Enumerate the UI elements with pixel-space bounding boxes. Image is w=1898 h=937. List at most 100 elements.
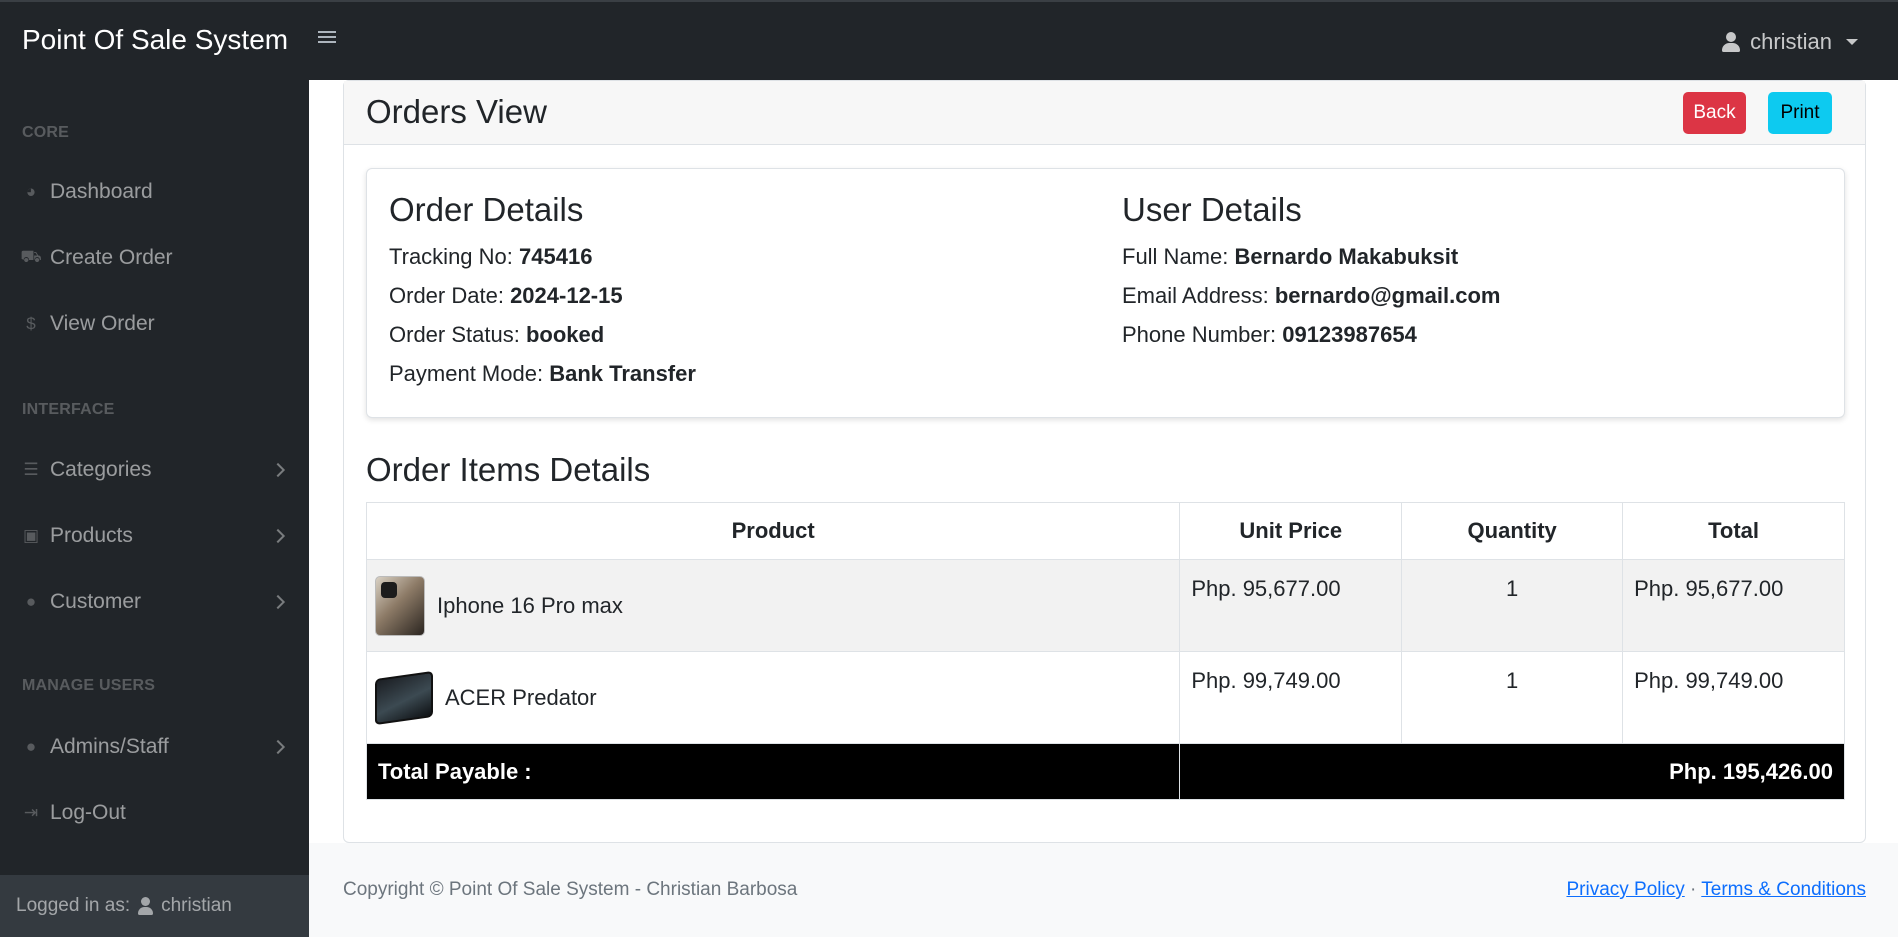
dashboard-icon: ◕ [25,182,37,201]
table-header-row: Product Unit Price Quantity Total [365,502,1845,560]
sidebar-heading-core: CORE [22,124,70,141]
sidebar-footer: Logged in as: christian [0,875,309,937]
chevron-right-icon [270,739,286,755]
privacy-policy-link[interactable]: Privacy Policy [1566,879,1684,900]
product-image [375,670,433,725]
orders-view-card: Orders View Back Print Order Details Tra… [343,80,1866,843]
sidebar-heading-manage-users: MANAGE USERS [22,677,156,694]
money-bag-icon: $ [26,314,36,333]
table-row: Iphone 16 Pro max Php. 95,677.00 1 Php. … [365,559,1845,652]
product-name: ACER Predator [445,684,597,710]
column-header: Total [1622,502,1845,560]
sidebar-item-dashboard[interactable]: ◕ Dashboard [22,172,287,212]
phone-label: Phone Number: [1122,322,1277,347]
column-header: Quantity [1401,502,1624,560]
unit-price-cell: Php. 99,749.00 [1179,651,1403,744]
payment-mode-label: Payment Mode: [389,361,544,386]
quantity-cell: 1 [1401,559,1624,652]
total-cell: Php. 95,677.00 [1622,559,1845,652]
sidebar-item-customer[interactable]: ● Customer [22,582,287,622]
tracking-value: 745416 [519,244,593,269]
column-header: Product [365,502,1181,560]
details-card: Order Details Tracking No: 745416 Order … [366,168,1845,418]
cart-icon: ⛟ [20,247,42,266]
sidebar-item-label: Products [50,524,133,547]
tracking-label: Tracking No: [389,244,513,269]
order-details-section: Order Details Tracking No: 745416 Order … [389,191,696,393]
order-status-value: booked [525,322,605,347]
user-dropdown[interactable]: christian [1722,29,1858,55]
product-cell: ACER Predator [365,651,1181,744]
table-row: ACER Predator Php. 99,749.00 1 Php. 99,7… [365,651,1845,744]
user-icon [138,897,154,915]
sidebar-item-categories[interactable]: ☰ Categories [22,450,287,490]
full-name-value: Bernardo Makabuksit [1234,244,1459,269]
phone-line: Phone Number: 09123987654 [1122,315,1500,354]
sidebar-item-label: Categories [50,458,152,481]
sidebar-item-label: Dashboard [50,180,153,203]
order-items-table: Product Unit Price Quantity Total Iphone… [365,502,1845,800]
order-date-label: Order Date: [389,283,504,308]
user-name: christian [1750,29,1832,54]
sidebar-item-logout[interactable]: ⇥ Log-Out [22,793,287,833]
order-date-line: Order Date: 2024-12-15 [389,276,696,315]
sidebar-item-view-order[interactable]: $ View Order [22,304,287,344]
phone-value: 09123987654 [1282,322,1417,347]
back-button[interactable]: Back [1683,92,1746,134]
product-cell: Iphone 16 Pro max [365,559,1181,652]
user-tie-icon: ● [25,737,37,756]
order-status-line: Order Status: booked [389,315,696,354]
terms-link[interactable]: Terms & Conditions [1701,879,1866,900]
sidebar-item-label: Customer [50,590,142,613]
logout-icon: ⇥ [23,803,39,822]
print-button[interactable]: Print [1768,92,1832,134]
sidebar-toggle-icon[interactable] [318,28,340,50]
product-image [375,575,425,636]
order-date-value: 2024-12-15 [510,283,623,308]
card-header: Orders View Back Print [344,81,1865,145]
sidebar-item-label: Admins/Staff [50,735,169,758]
chevron-right-icon [270,594,286,610]
total-cell: Php. 99,749.00 [1622,651,1845,744]
order-status-label: Order Status: [389,322,520,347]
product-name: Iphone 16 Pro max [437,592,623,618]
logged-in-user: christian [161,895,232,916]
full-name-label: Full Name: [1122,244,1229,269]
copyright-text: Copyright © Point Of Sale System - Chris… [343,879,798,900]
shopping-bag-icon: ▣ [22,526,40,545]
sidebar: CORE ◕ Dashboard ⛟ Create Order $ View O… [0,80,309,937]
user-details-section: User Details Full Name: Bernardo Makabuk… [1122,191,1500,354]
full-name-line: Full Name: Bernardo Makabuksit [1122,237,1500,276]
tracking-line: Tracking No: 745416 [389,237,696,276]
total-payable-value: Php. 195,426.00 [1179,743,1845,800]
email-value: bernardo@gmail.com [1274,283,1501,308]
footer-links: Privacy Policy · Terms & Conditions [1566,879,1866,901]
page-footer: Copyright © Point Of Sale System - Chris… [309,843,1898,937]
quantity-cell: 1 [1401,651,1624,744]
payment-mode-value: Bank Transfer [549,361,696,386]
chevron-right-icon [270,462,286,478]
user-icon: ● [25,592,37,611]
sidebar-item-products[interactable]: ▣ Products [22,516,287,556]
sidebar-item-label: Log-Out [50,801,126,824]
sidebar-item-label: Create Order [50,246,173,269]
list-icon: ☰ [23,460,39,479]
caret-down-icon [1846,39,1858,45]
payment-mode-line: Payment Mode: Bank Transfer [389,354,696,393]
order-items-heading: Order Items Details [366,451,651,488]
chevron-right-icon [270,528,286,544]
logged-in-label: Logged in as: [16,895,131,916]
email-line: Email Address: bernardo@gmail.com [1122,276,1500,315]
user-icon [1722,32,1741,52]
top-navbar: Point Of Sale System christian [0,0,1898,80]
sidebar-item-create-order[interactable]: ⛟ Create Order [20,238,287,278]
brand-title[interactable]: Point Of Sale System [22,24,288,56]
page-title: Orders View [366,93,547,130]
order-details-heading: Order Details [389,191,584,228]
column-header: Unit Price [1179,502,1403,560]
user-details-heading: User Details [1122,191,1302,228]
sidebar-heading-interface: INTERFACE [22,401,115,418]
total-row: Total Payable : Php. 195,426.00 [365,743,1845,800]
sidebar-item-admins-staff[interactable]: ● Admins/Staff [22,727,287,767]
sidebar-item-label: View Order [50,312,155,335]
